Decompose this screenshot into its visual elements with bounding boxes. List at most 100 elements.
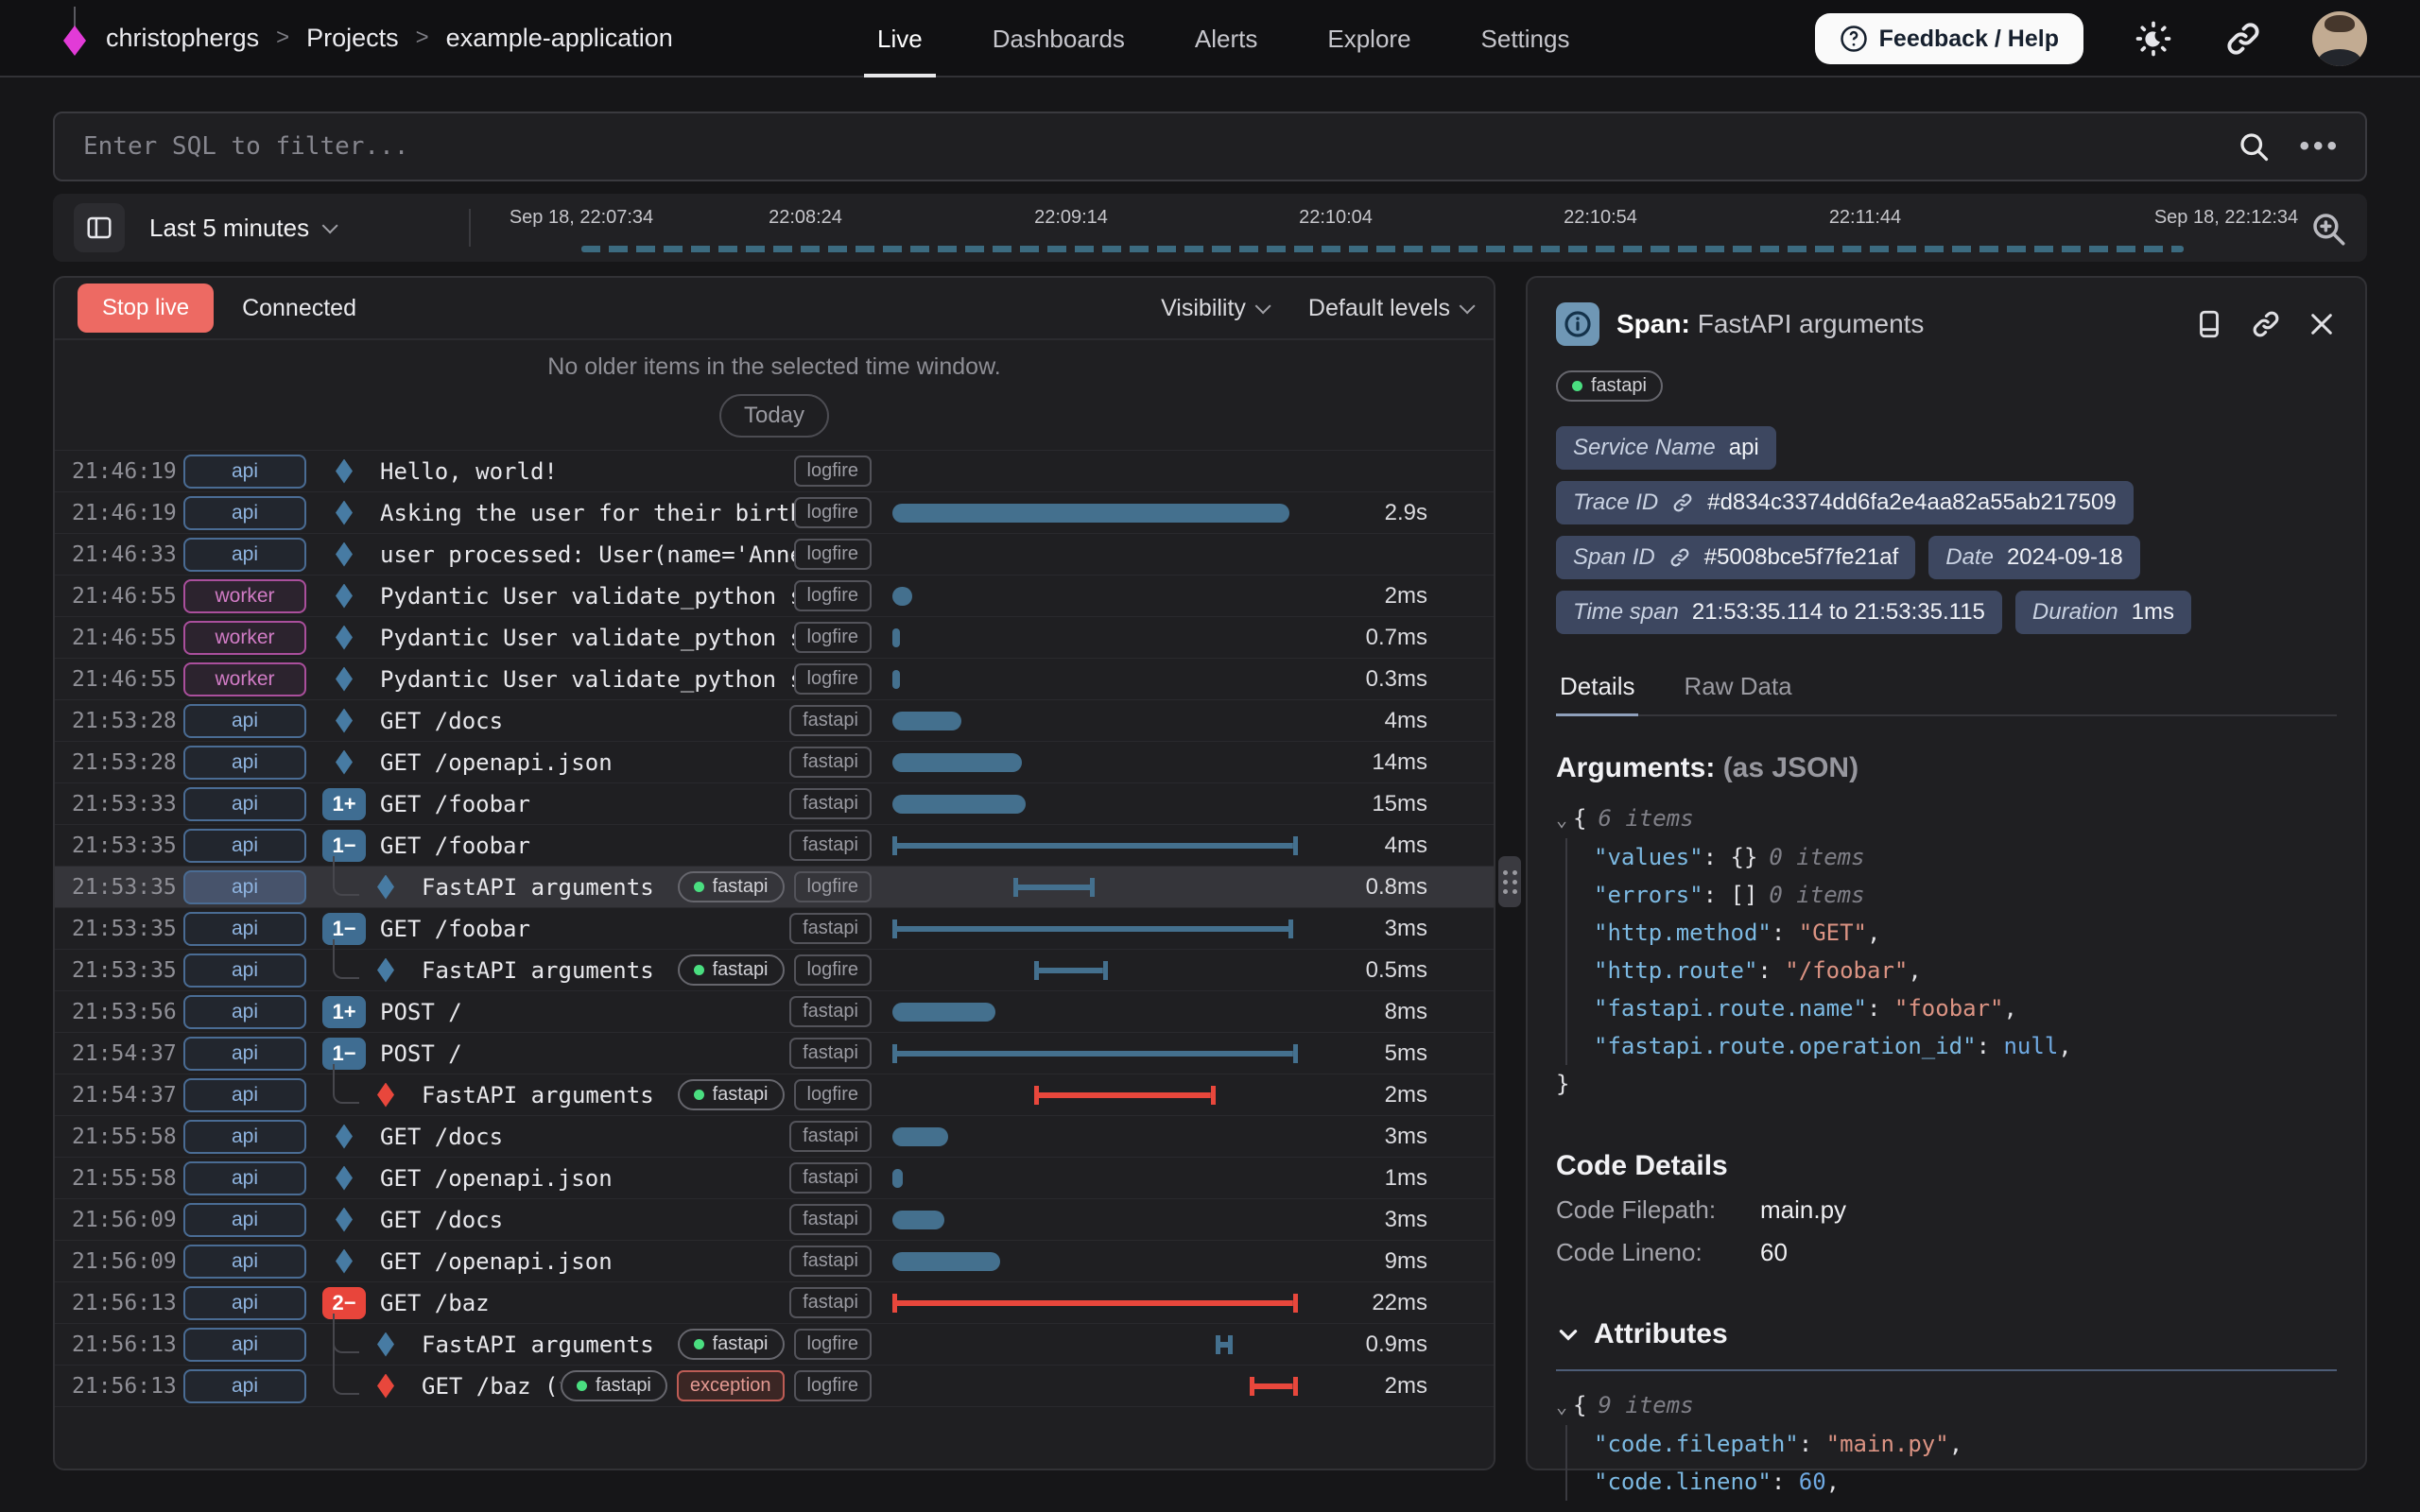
- trace-tag-column: api: [183, 1245, 321, 1279]
- close-icon[interactable]: [2307, 309, 2337, 339]
- fastapi-badge: fastapi: [789, 1246, 872, 1277]
- live-trace-panel: Stop live Connected Visibility Default l…: [53, 276, 1495, 1470]
- timeline-zoom-in-button[interactable]: [2308, 209, 2348, 249]
- trace-time: 21:55:58: [72, 1125, 183, 1149]
- duration-bar: [892, 795, 1026, 814]
- duration-bar: [892, 1294, 1298, 1313]
- visibility-dropdown[interactable]: Visibility: [1161, 295, 1267, 322]
- json-token-key: "fastapi.route.operation_id": [1594, 1033, 1977, 1059]
- trace-row[interactable]: 21:55:58apiGET /docsfastapi3ms: [55, 1116, 1494, 1158]
- split-view-button[interactable]: [2193, 308, 2225, 340]
- trace-time: 21:46:33: [72, 542, 183, 567]
- badge-label: fastapi: [713, 876, 769, 898]
- trace-time: 21:53:56: [72, 1000, 183, 1024]
- trace-row[interactable]: 21:54:37api1−POST /fastapi5ms: [55, 1033, 1494, 1074]
- trace-time: 21:56:13: [72, 1291, 183, 1315]
- toggle-children-badge[interactable]: 1+: [322, 996, 366, 1028]
- json-token-punc: ,: [1826, 1469, 1840, 1495]
- nav-tab-dashboards[interactable]: Dashboards: [993, 0, 1125, 77]
- today-button[interactable]: Today: [719, 394, 829, 438]
- nav-tab-settings[interactable]: Settings: [1481, 0, 1570, 77]
- span-diamond-icon: [336, 750, 353, 775]
- trace-row[interactable]: 21:53:35api1−GET /foobarfastapi4ms: [55, 825, 1494, 867]
- trace-row[interactable]: 21:53:28apiGET /openapi.jsonfastapi14ms: [55, 742, 1494, 783]
- trace-row[interactable]: 21:56:09apiGET /docsfastapi3ms: [55, 1199, 1494, 1241]
- theme-toggle-button[interactable]: [2133, 18, 2174, 60]
- trace-row[interactable]: 21:54:37apiFastAPI argumentsfastapilogfi…: [55, 1074, 1494, 1116]
- detail-tab-details[interactable]: Details: [1556, 662, 1638, 714]
- default-levels-dropdown[interactable]: Default levels: [1308, 295, 1471, 322]
- waterfall-cell: [892, 451, 1323, 491]
- nav-tab-live[interactable]: Live: [877, 0, 923, 77]
- waterfall-cell: [892, 1158, 1323, 1198]
- code-lineno-row: Code Lineno: 60: [1556, 1238, 2337, 1267]
- share-link-button[interactable]: [2223, 19, 2263, 59]
- link-icon[interactable]: [1671, 491, 1694, 514]
- trace-time: 21:56:13: [72, 1332, 183, 1357]
- service-tag-api: api: [183, 704, 306, 738]
- trace-tag-column: api: [183, 995, 321, 1029]
- trace-row[interactable]: 21:53:35api1−GET /foobarfastapi3ms: [55, 908, 1494, 950]
- trace-row[interactable]: 21:46:55workerPydantic User validate_pyt…: [55, 659, 1494, 700]
- trace-badges: fastapi: [789, 1287, 872, 1318]
- panel-resize-handle[interactable]: [1498, 856, 1521, 907]
- more-options-icon[interactable]: •••: [2299, 132, 2341, 161]
- trace-row-selected[interactable]: 21:53:35apiFastAPI argumentsfastapilogfi…: [55, 867, 1494, 908]
- toggle-children-badge[interactable]: 1+: [322, 788, 366, 820]
- trace-row[interactable]: 21:46:33apiuser processed: User(name='An…: [55, 534, 1494, 576]
- trace-row[interactable]: 21:56:13apiFastAPI argumentsfastapilogfi…: [55, 1324, 1494, 1366]
- detail-tab-raw-data[interactable]: Raw Data: [1680, 662, 1795, 714]
- badge-label: fastapi: [713, 1084, 769, 1106]
- breadcrumb-projects[interactable]: Projects: [306, 24, 399, 53]
- trace-row[interactable]: 21:46:19apiHello, world!logfire: [55, 451, 1494, 492]
- logfire-badge: logfire: [794, 580, 872, 611]
- trace-row[interactable]: 21:55:58apiGET /openapi.jsonfastapi1ms: [55, 1158, 1494, 1199]
- json-token-punc: ,: [2058, 1033, 2071, 1059]
- json-line: "errors": []0 items: [1565, 876, 2337, 914]
- json-line: "code.lineno": 60,: [1565, 1463, 2337, 1501]
- attributes-toggle[interactable]: Attributes: [1556, 1318, 2337, 1350]
- breadcrumb-org[interactable]: christophergs: [106, 24, 259, 53]
- trace-row[interactable]: 21:53:28apiGET /docsfastapi4ms: [55, 700, 1494, 742]
- logo-diamond-icon: [63, 26, 86, 56]
- trace-tag-column: api: [183, 704, 321, 738]
- attributes-divider: [1556, 1369, 2337, 1371]
- duration-bar: [892, 1252, 1000, 1271]
- logfire-logo[interactable]: [59, 16, 91, 60]
- trace-message: Pydantic User validate_python succe: [380, 583, 794, 610]
- logfire-badge: logfire: [794, 539, 872, 570]
- service-tag-api: api: [183, 1328, 306, 1362]
- trace-row[interactable]: 21:46:19apiAsking the user for their bir…: [55, 492, 1494, 534]
- nav-tab-alerts[interactable]: Alerts: [1195, 0, 1257, 77]
- trace-row[interactable]: 21:53:35apiFastAPI argumentsfastapilogfi…: [55, 950, 1494, 991]
- timeline-activity-track[interactable]: [581, 246, 2184, 252]
- trace-row[interactable]: 21:46:55workerPydantic User validate_pyt…: [55, 617, 1494, 659]
- sidebar-toggle-button[interactable]: [74, 203, 125, 252]
- time-range-selector[interactable]: Last 5 minutes: [149, 214, 334, 243]
- trace-row[interactable]: 21:53:56api1+POST /fastapi8ms: [55, 991, 1494, 1033]
- trace-row[interactable]: 21:56:13apiGET /baz (foobar)fastapiexcep…: [55, 1366, 1494, 1407]
- nav-tab-explore[interactable]: Explore: [1327, 0, 1410, 77]
- json-token-punc: :: [1977, 1033, 2004, 1059]
- code-lineno-label: Code Lineno:: [1556, 1238, 1736, 1267]
- stop-live-button[interactable]: Stop live: [78, 284, 214, 333]
- copy-link-button[interactable]: [2250, 308, 2282, 340]
- user-avatar[interactable]: [2312, 11, 2367, 66]
- tree-connector: [333, 856, 359, 896]
- trace-row[interactable]: 21:56:13api2−GET /bazfastapi22ms: [55, 1282, 1494, 1324]
- trace-row[interactable]: 21:56:09apiGET /openapi.jsonfastapi9ms: [55, 1241, 1494, 1282]
- duration-label: 3ms: [1323, 1207, 1427, 1233]
- feedback-help-button[interactable]: Feedback / Help: [1815, 13, 2083, 64]
- trace-row[interactable]: 21:53:33api1+GET /foobarfastapi15ms: [55, 783, 1494, 825]
- trace-icon-zone: 1+: [321, 788, 367, 820]
- waterfall-cell: [892, 700, 1323, 741]
- exception-badge: exception: [677, 1370, 785, 1401]
- detail-title-text: FastAPI arguments: [1698, 309, 1925, 338]
- breadcrumb-project-name[interactable]: example-application: [446, 24, 673, 53]
- duration-bar: [1250, 1377, 1297, 1396]
- trace-row[interactable]: 21:46:55workerPydantic User validate_pyt…: [55, 576, 1494, 617]
- search-icon[interactable]: [2237, 129, 2271, 163]
- sql-filter-input[interactable]: [55, 132, 2237, 161]
- trace-rows: 21:46:19apiHello, world!logfire21:46:19a…: [55, 450, 1494, 1407]
- link-icon[interactable]: [1668, 546, 1691, 569]
